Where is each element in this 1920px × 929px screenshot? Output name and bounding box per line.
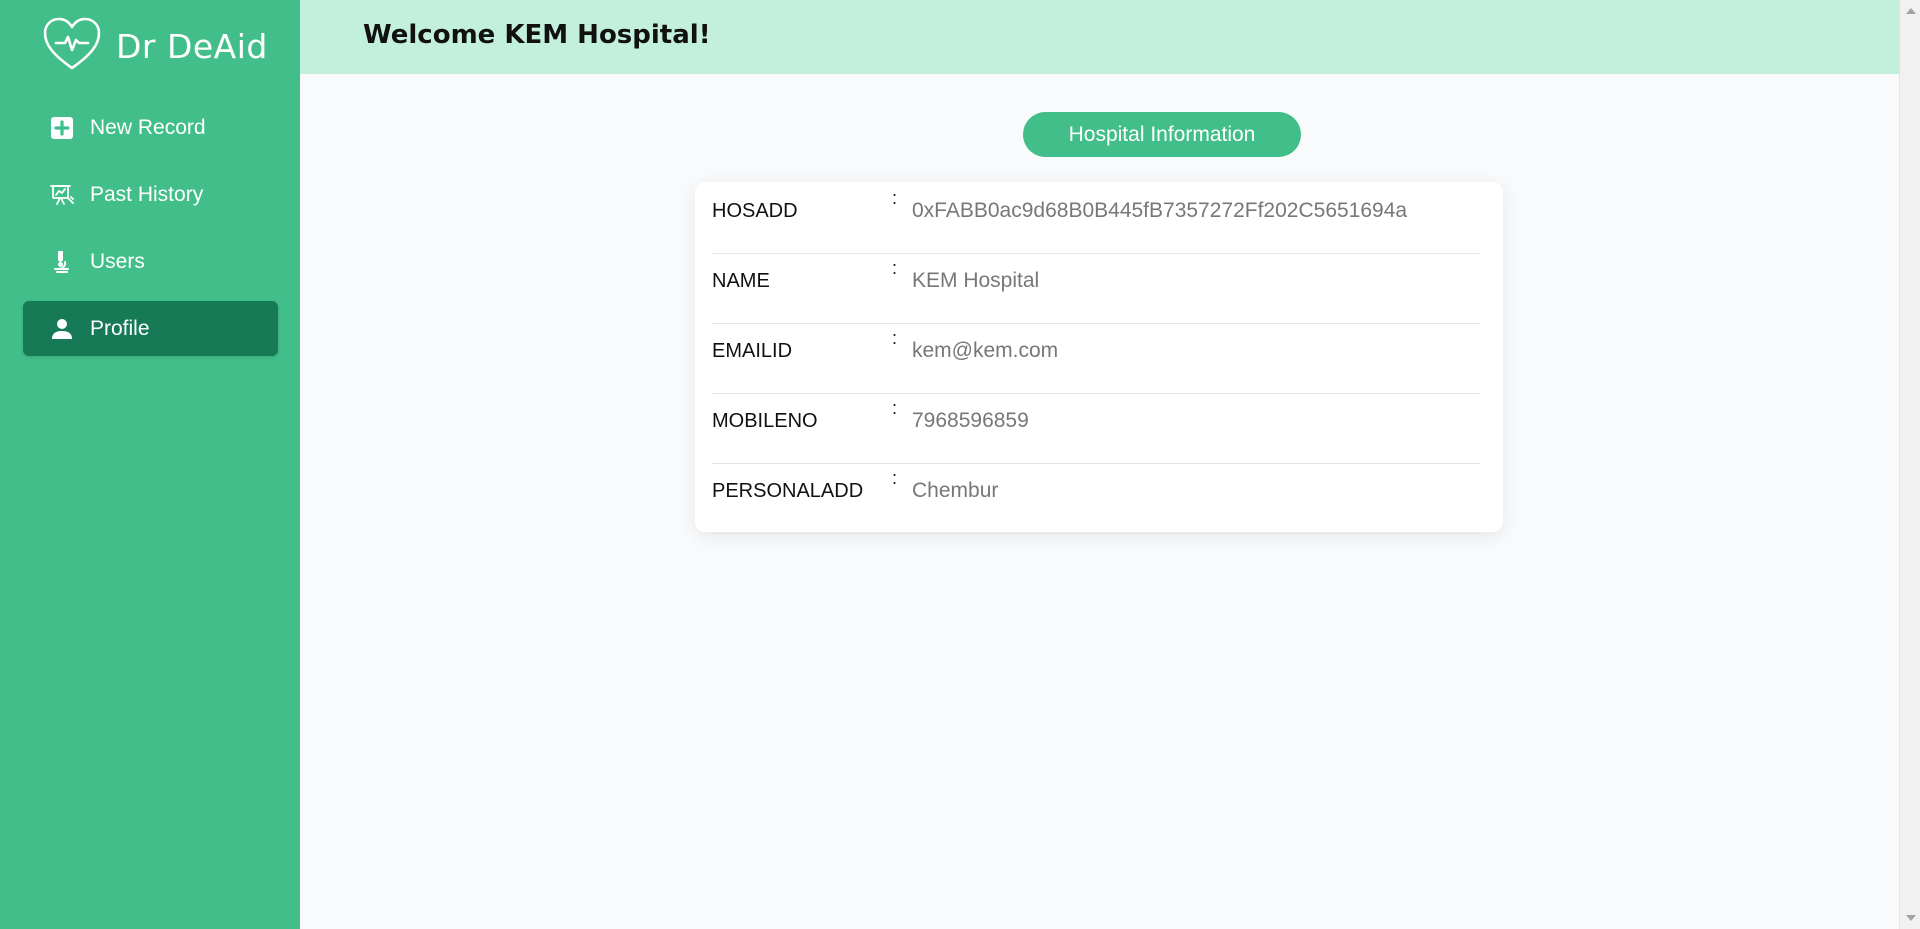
- field-separator: :: [892, 328, 898, 348]
- field-separator: :: [892, 258, 898, 278]
- person-icon: [50, 317, 74, 341]
- field-separator: :: [892, 468, 898, 488]
- field-value: 7968596859: [912, 409, 1029, 432]
- field-value: Chembur: [912, 479, 999, 502]
- field-label: HOSADD: [712, 200, 798, 222]
- info-row-emailid: EMAILID : kem@kem.com: [712, 324, 1480, 394]
- info-row-mobileno: MOBILENO : 7968596859: [712, 394, 1480, 464]
- top-header: Welcome KEM Hospital!: [300, 0, 1899, 74]
- scroll-up-icon[interactable]: [1906, 8, 1916, 14]
- sidebar-item-label: Profile: [90, 316, 150, 340]
- brand[interactable]: Dr DeAid: [42, 16, 268, 77]
- sidebar-item-new-record[interactable]: New Record: [23, 100, 278, 155]
- field-value: kem@kem.com: [912, 339, 1059, 362]
- field-label: PERSONALADD: [712, 480, 864, 502]
- field-separator: :: [892, 398, 898, 418]
- scroll-down-icon[interactable]: [1906, 915, 1916, 921]
- sidebar-item-past-history[interactable]: Past History: [23, 167, 278, 222]
- info-row-hosadd: HOSADD : 0xFABB0ac9d68B0B445fB7357272Ff2…: [712, 184, 1480, 254]
- microscope-icon: [50, 250, 74, 274]
- chart-history-icon: [50, 183, 74, 207]
- app-root: Dr DeAid New Record Past History Users P…: [0, 0, 1920, 929]
- vertical-scrollbar[interactable]: [1899, 0, 1920, 929]
- field-separator: :: [892, 188, 898, 208]
- plus-square-icon: [50, 116, 74, 140]
- sidebar-item-label: Past History: [90, 182, 204, 206]
- sidebar: Dr DeAid New Record Past History Users P…: [0, 0, 300, 929]
- field-value: 0xFABB0ac9d68B0B445fB7357272Ff202C565169…: [912, 199, 1408, 222]
- heart-pulse-icon: [42, 16, 102, 77]
- sidebar-item-profile[interactable]: Profile: [23, 301, 278, 356]
- info-row-name: NAME : KEM Hospital: [712, 254, 1480, 324]
- sidebar-item-label: Users: [90, 249, 145, 273]
- hospital-information-button[interactable]: Hospital Information: [1023, 112, 1301, 157]
- field-label: MOBILENO: [712, 410, 818, 432]
- field-value: KEM Hospital: [912, 269, 1040, 292]
- field-label: EMAILID: [712, 340, 793, 362]
- hospital-info-card: HOSADD : 0xFABB0ac9d68B0B445fB7357272Ff2…: [695, 182, 1503, 534]
- info-row-personaladd: PERSONALADD : Chembur: [712, 464, 1480, 534]
- field-label: NAME: [712, 270, 770, 292]
- sidebar-nav: New Record Past History Users Profile: [23, 100, 278, 368]
- brand-name: Dr DeAid: [116, 26, 268, 66]
- sidebar-item-users[interactable]: Users: [23, 234, 278, 289]
- page-title: Welcome KEM Hospital!: [363, 20, 711, 50]
- sidebar-item-label: New Record: [90, 115, 206, 139]
